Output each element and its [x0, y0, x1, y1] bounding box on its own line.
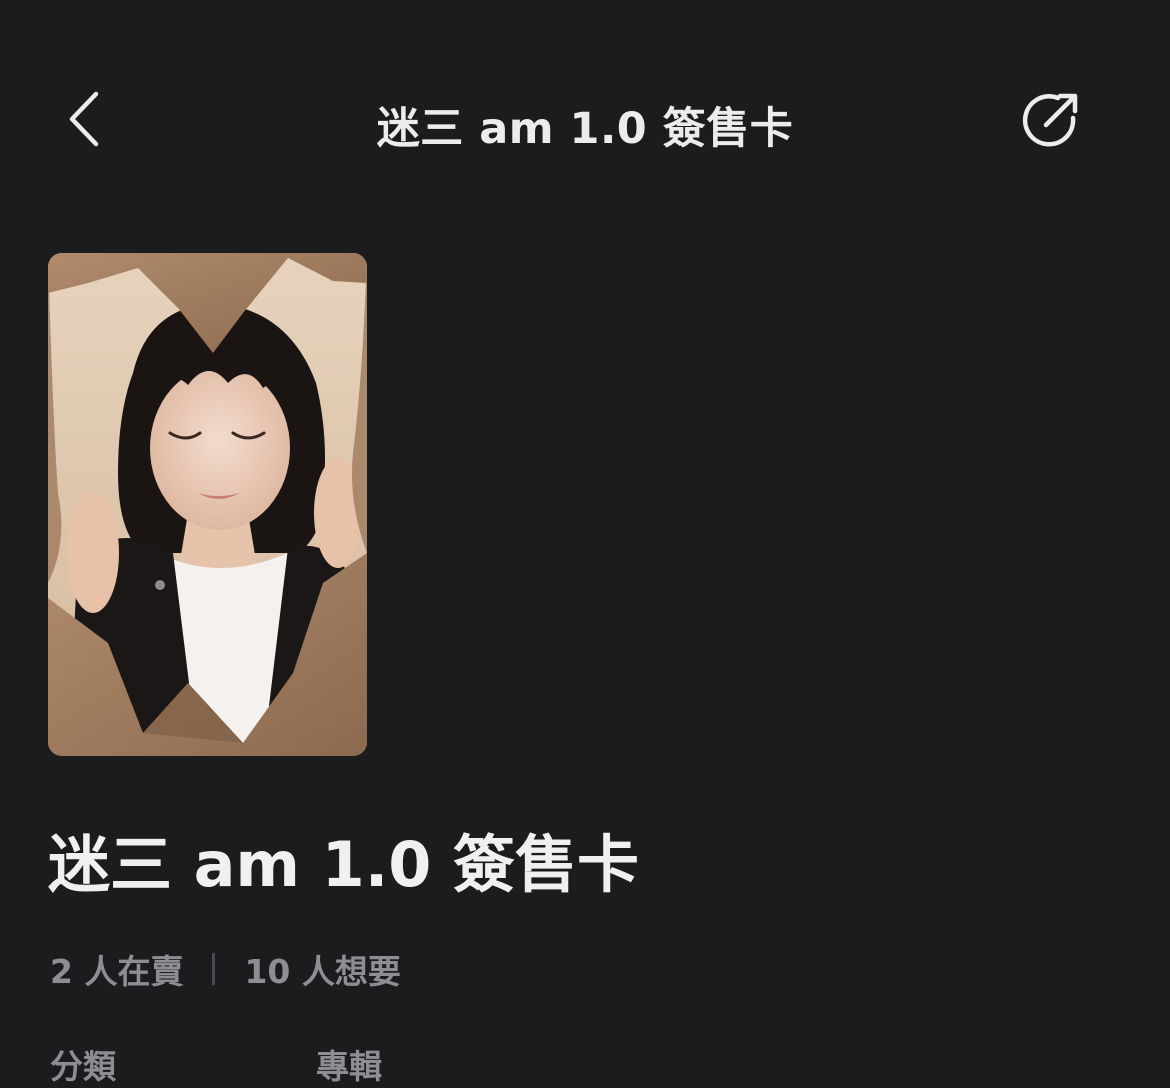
share-arrow-icon — [1022, 93, 1078, 147]
category-value: 專輯 — [316, 1047, 382, 1086]
wanting-count: 10 人想要 — [244, 952, 401, 991]
stats-divider — [212, 953, 216, 985]
market-stats: 2 人在賣 10 人想要 — [50, 945, 401, 993]
navigation-bar: 迷三 am 1.0 簽售卡 — [0, 60, 1170, 180]
share-button[interactable] — [1018, 88, 1082, 152]
selling-count: 2 人在賣 — [50, 952, 184, 991]
page-title: 迷三 am 1.0 簽售卡 — [376, 104, 794, 154]
category-row: 分類 專輯 — [50, 1040, 382, 1088]
category-label: 分類 — [50, 1047, 116, 1086]
photocard-image[interactable] — [48, 253, 367, 756]
photocard-picture — [48, 253, 367, 756]
product-title: 迷三 am 1.0 簽售卡 — [48, 828, 640, 901]
